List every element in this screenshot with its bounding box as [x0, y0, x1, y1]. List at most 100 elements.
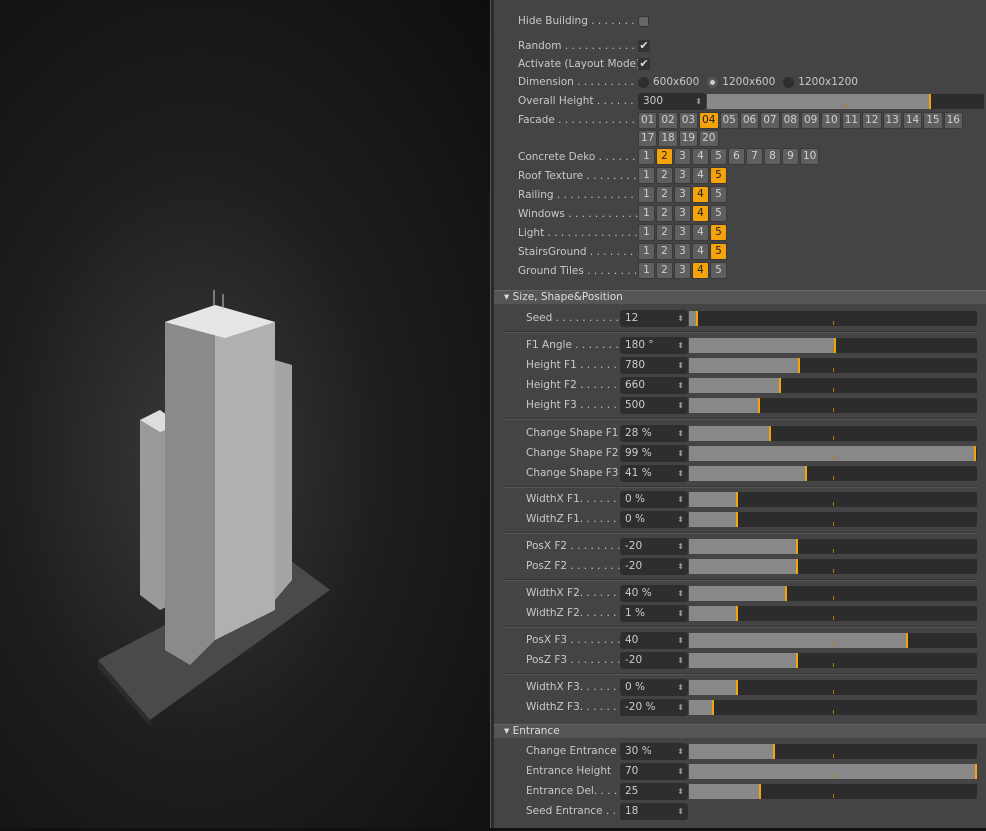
- spinner-arrows-icon[interactable]: ⬍: [677, 605, 684, 622]
- spinner-arrows-icon[interactable]: ⬍: [677, 511, 684, 528]
- overall-height-input[interactable]: 300 ⬍: [638, 92, 706, 110]
- value-input[interactable]: 12 ⬍: [620, 309, 688, 327]
- concrete-deko-button-8[interactable]: 8: [764, 148, 781, 165]
- value-slider[interactable]: [689, 337, 977, 353]
- option-button-5[interactable]: 5: [710, 262, 727, 279]
- option-button-4[interactable]: 4: [692, 224, 709, 241]
- option-button-1[interactable]: 1: [638, 167, 655, 184]
- facade-button-04[interactable]: 04: [699, 112, 719, 129]
- spinner-arrows-icon[interactable]: ⬍: [677, 377, 684, 394]
- spinner-arrows-icon[interactable]: ⬍: [695, 93, 702, 110]
- spinner-arrows-icon[interactable]: ⬍: [677, 397, 684, 414]
- value-input[interactable]: 180 ° ⬍: [620, 336, 688, 354]
- value-slider[interactable]: [689, 679, 977, 695]
- spinner-arrows-icon[interactable]: ⬍: [677, 337, 684, 354]
- option-button-5[interactable]: 5: [710, 224, 727, 241]
- option-button-2[interactable]: 2: [656, 262, 673, 279]
- spinner-arrows-icon[interactable]: ⬍: [677, 558, 684, 575]
- facade-button-17[interactable]: 17: [638, 130, 658, 147]
- value-input[interactable]: 99 % ⬍: [620, 444, 688, 462]
- value-input[interactable]: 0 % ⬍: [620, 490, 688, 508]
- value-slider[interactable]: [689, 605, 977, 621]
- facade-button-02[interactable]: 02: [658, 112, 678, 129]
- spinner-arrows-icon[interactable]: ⬍: [677, 465, 684, 482]
- value-slider[interactable]: [689, 310, 977, 326]
- dimension-radio-1200x600[interactable]: [707, 76, 719, 88]
- value-slider[interactable]: [689, 377, 977, 393]
- 3d-viewport[interactable]: [0, 0, 490, 828]
- option-button-4[interactable]: 4: [692, 167, 709, 184]
- facade-button-14[interactable]: 14: [902, 112, 923, 129]
- option-button-4[interactable]: 4: [692, 186, 709, 203]
- value-slider[interactable]: [689, 558, 977, 574]
- value-input[interactable]: 780 ⬍: [620, 356, 688, 374]
- facade-button-12[interactable]: 12: [862, 112, 882, 129]
- spinner-arrows-icon[interactable]: ⬍: [677, 585, 684, 602]
- option-button-3[interactable]: 3: [674, 186, 691, 203]
- value-slider[interactable]: [689, 652, 977, 668]
- spinner-arrows-icon[interactable]: ⬍: [677, 783, 684, 800]
- facade-button-09[interactable]: 09: [801, 112, 821, 129]
- value-input[interactable]: 660 ⬍: [620, 376, 688, 394]
- facade-button-20[interactable]: 20: [699, 130, 719, 147]
- value-input[interactable]: -20 ⬍: [620, 537, 688, 555]
- facade-button-06[interactable]: 06: [739, 112, 760, 129]
- value-slider[interactable]: [689, 445, 977, 461]
- random-checkbox[interactable]: ✔: [638, 40, 650, 52]
- option-button-5[interactable]: 5: [710, 205, 727, 222]
- concrete-deko-button-9[interactable]: 9: [782, 148, 799, 165]
- option-button-5[interactable]: 5: [710, 167, 727, 184]
- facade-button-07[interactable]: 07: [760, 112, 780, 129]
- activate-checkbox[interactable]: ✔: [638, 58, 650, 70]
- value-input[interactable]: 0 % ⬍: [620, 510, 688, 528]
- concrete-deko-button-4[interactable]: 4: [692, 148, 709, 165]
- option-button-1[interactable]: 1: [638, 243, 655, 260]
- value-input[interactable]: 0 % ⬍: [620, 678, 688, 696]
- value-slider[interactable]: [689, 632, 977, 648]
- value-input[interactable]: 40 % ⬍: [620, 584, 688, 602]
- value-slider[interactable]: [689, 511, 977, 527]
- spinner-arrows-icon[interactable]: ⬍: [677, 803, 684, 820]
- facade-button-16[interactable]: 16: [943, 112, 963, 129]
- spinner-arrows-icon[interactable]: ⬍: [677, 491, 684, 508]
- value-slider[interactable]: [689, 491, 977, 507]
- spinner-arrows-icon[interactable]: ⬍: [677, 652, 684, 669]
- value-slider[interactable]: [689, 465, 977, 481]
- facade-button-03[interactable]: 03: [678, 112, 699, 129]
- option-button-2[interactable]: 2: [656, 186, 673, 203]
- value-input[interactable]: 500 ⬍: [620, 396, 688, 414]
- option-button-4[interactable]: 4: [692, 262, 709, 279]
- option-button-4[interactable]: 4: [692, 243, 709, 260]
- facade-button-01[interactable]: 01: [638, 112, 658, 129]
- spinner-arrows-icon[interactable]: ⬍: [677, 445, 684, 462]
- option-button-3[interactable]: 3: [674, 262, 691, 279]
- dimension-radio-600x600[interactable]: [638, 76, 649, 88]
- value-input[interactable]: -20 ⬍: [620, 557, 688, 575]
- value-input[interactable]: 28 % ⬍: [620, 424, 688, 442]
- option-button-1[interactable]: 1: [638, 186, 655, 203]
- concrete-deko-button-10[interactable]: 10: [800, 148, 820, 165]
- value-input[interactable]: -20 ⬍: [620, 651, 688, 669]
- value-slider[interactable]: [689, 743, 977, 759]
- spinner-arrows-icon[interactable]: ⬍: [677, 679, 684, 696]
- option-button-5[interactable]: 5: [710, 186, 727, 203]
- facade-button-05[interactable]: 05: [719, 112, 739, 129]
- option-button-1[interactable]: 1: [638, 205, 655, 222]
- concrete-deko-button-7[interactable]: 7: [746, 148, 763, 165]
- concrete-deko-button-3[interactable]: 3: [674, 148, 691, 165]
- spinner-arrows-icon[interactable]: ⬍: [677, 699, 684, 716]
- facade-button-18[interactable]: 18: [658, 130, 678, 147]
- spinner-arrows-icon[interactable]: ⬍: [677, 632, 684, 649]
- facade-button-11[interactable]: 11: [841, 112, 862, 129]
- value-input[interactable]: 70 ⬍: [620, 762, 688, 780]
- option-button-3[interactable]: 3: [674, 167, 691, 184]
- spinner-arrows-icon[interactable]: ⬍: [677, 743, 684, 760]
- hide-building-checkbox[interactable]: [638, 15, 649, 27]
- option-button-4[interactable]: 4: [692, 205, 709, 222]
- facade-button-10[interactable]: 10: [821, 112, 841, 129]
- value-slider[interactable]: [689, 699, 977, 715]
- spinner-arrows-icon[interactable]: ⬍: [677, 357, 684, 374]
- concrete-deko-button-5[interactable]: 5: [710, 148, 727, 165]
- concrete-deko-button-2[interactable]: 2: [656, 148, 673, 165]
- dimension-radio-1200x1200[interactable]: [783, 76, 795, 88]
